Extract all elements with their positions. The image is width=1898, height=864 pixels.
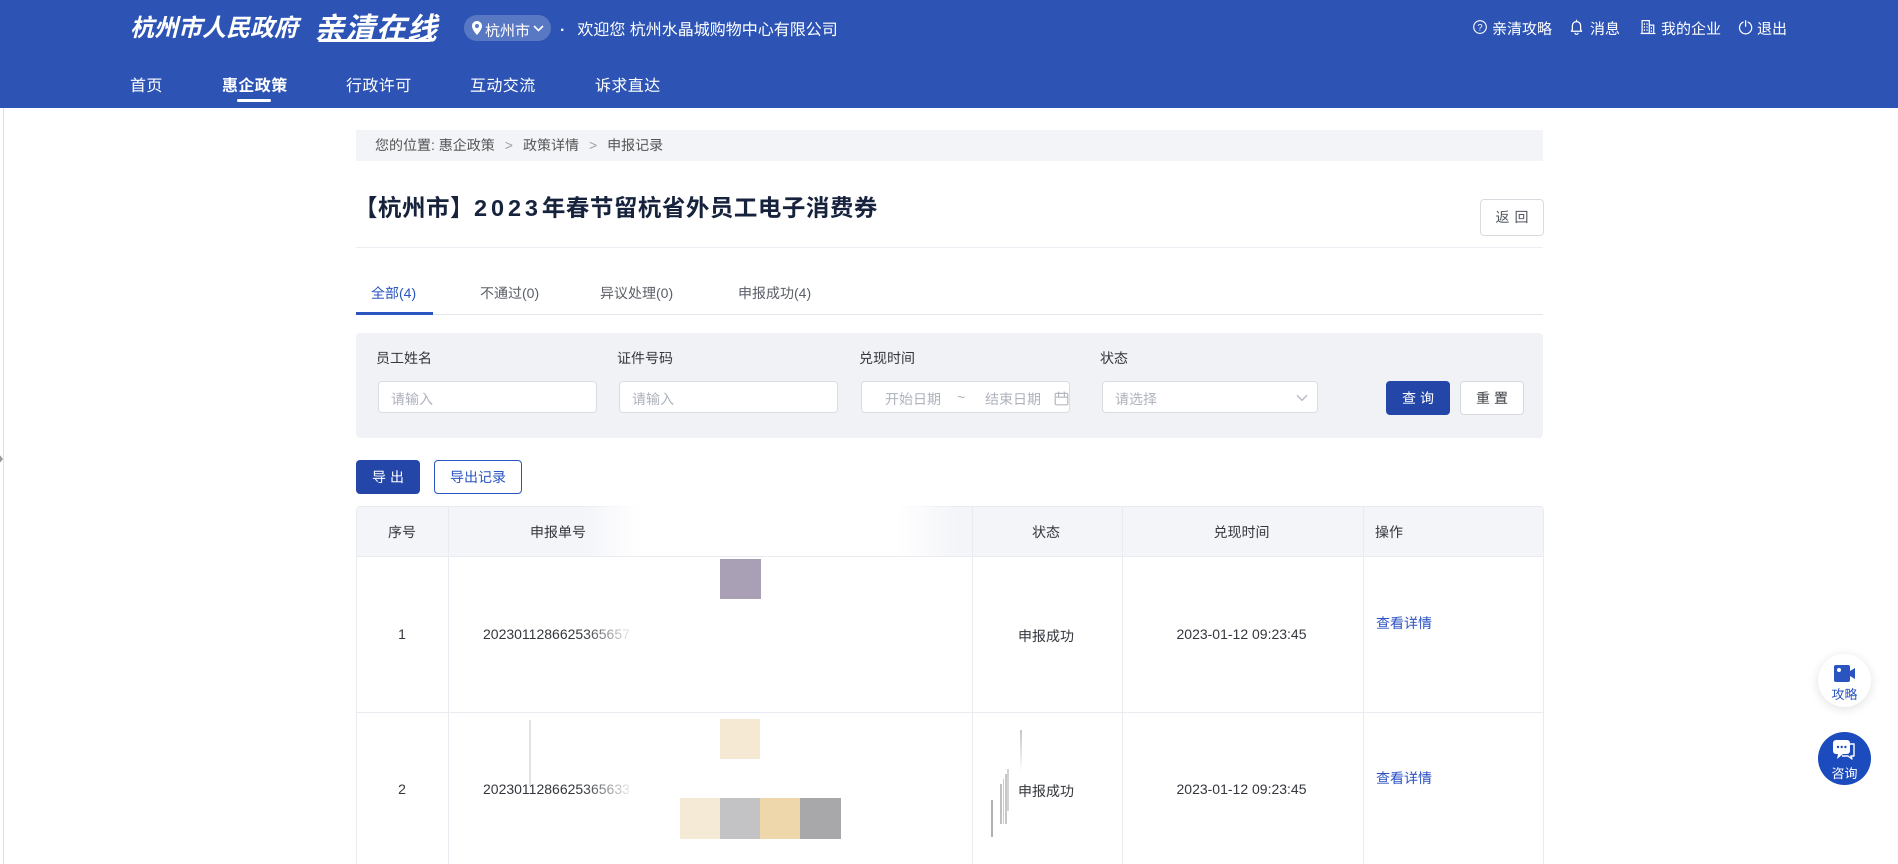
- svg-text:?: ?: [1477, 22, 1482, 33]
